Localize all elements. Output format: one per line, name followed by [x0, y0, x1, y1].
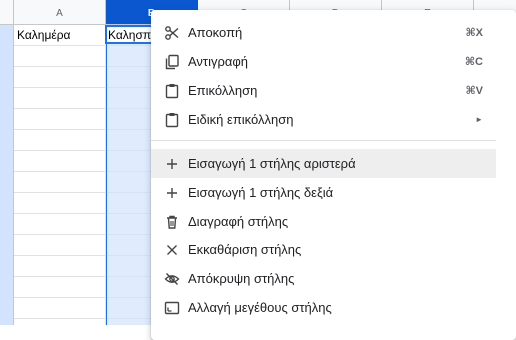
menu-item-paste-special[interactable]: Ειδική επικόλληση ►	[151, 105, 496, 134]
menu-item-label: Ειδική επικόλληση	[188, 112, 294, 127]
menu-item-label: Εκκαθάριση στήλης	[188, 242, 302, 257]
row-header-column[interactable]	[0, 25, 14, 325]
menu-item-label: Εισαγωγή 1 στήλης αριστερά	[188, 156, 356, 171]
menu-item-cut[interactable]: Αποκοπή ⌘X	[151, 18, 496, 47]
menu-item-copy[interactable]: Αντιγραφή ⌘C	[151, 47, 496, 76]
menu-item-resize-column[interactable]: Αλλαγή μεγέθους στήλης	[151, 293, 496, 322]
menu-item-label: Απόκρυψη στήλης	[188, 271, 295, 286]
cell-a1[interactable]: Καλημέρα	[17, 25, 103, 46]
shortcut-label: ⌘X	[465, 27, 483, 39]
resize-icon	[162, 298, 182, 318]
menu-item-label: Εισαγωγή 1 στήλης δεξιά	[188, 185, 334, 200]
copy-icon	[162, 52, 182, 72]
paste-icon	[162, 81, 182, 101]
cut-icon	[162, 23, 182, 43]
menu-item-label: Αντιγραφή	[188, 54, 249, 69]
shortcut-label: ⌘V	[465, 85, 483, 97]
submenu-arrow-icon: ►	[475, 115, 483, 124]
menu-item-label: Επικόλληση	[188, 83, 258, 98]
shortcut-label: ⌘C	[464, 56, 483, 68]
trash-icon	[162, 212, 182, 232]
paste-special-icon	[162, 110, 182, 130]
eye-off-icon	[162, 269, 182, 289]
menu-item-label: Διαγραφή στήλης	[188, 214, 289, 229]
context-menu: Αποκοπή ⌘X Αντιγραφή ⌘C Επικόλληση ⌘V Ει…	[151, 10, 516, 340]
column-header-a[interactable]: A	[14, 0, 106, 24]
selected-column-b[interactable]	[106, 25, 154, 325]
cell-b1[interactable]: Καλησπέρα	[108, 25, 151, 46]
plus-icon	[162, 183, 182, 203]
menu-item-paste[interactable]: Επικόλληση ⌘V	[151, 76, 496, 105]
menu-item-insert-column-right[interactable]: Εισαγωγή 1 στήλης δεξιά	[151, 178, 496, 207]
menu-item-insert-column-left[interactable]: Εισαγωγή 1 στήλης αριστερά	[151, 149, 496, 178]
menu-item-delete-column[interactable]: Διαγραφή στήλης	[151, 207, 496, 236]
menu-item-label: Αποκοπή	[188, 25, 243, 40]
menu-item-clear-column[interactable]: Εκκαθάριση στήλης	[151, 235, 496, 264]
menu-item-label: Αλλαγή μεγέθους στήλης	[188, 300, 332, 315]
menu-item-hide-column[interactable]: Απόκρυψη στήλης	[151, 264, 496, 293]
plus-icon	[162, 154, 182, 174]
close-icon	[162, 240, 182, 260]
menu-divider	[151, 140, 496, 141]
select-all-corner[interactable]	[0, 0, 14, 24]
